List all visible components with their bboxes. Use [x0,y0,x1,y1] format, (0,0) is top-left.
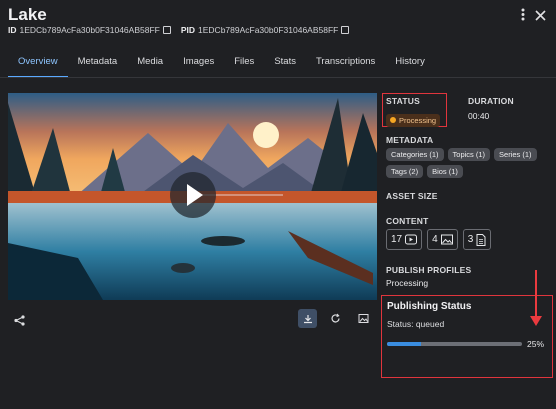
download-icon[interactable] [298,309,317,328]
status-label: STATUS [386,96,420,106]
media-toolbar [8,309,377,329]
page-title: Lake [8,5,47,24]
tab-media[interactable]: Media [127,52,173,78]
id-label: ID [8,25,17,35]
status-dot [390,117,396,123]
window-actions [521,8,546,24]
duration-value: 00:40 [468,111,490,121]
metadata-label: METADATA [386,135,434,145]
tab-history[interactable]: History [385,52,435,78]
publish-profiles-value: Processing [386,278,429,288]
close-icon[interactable] [535,9,546,24]
media-action-buttons [298,309,373,328]
publishing-progress-fill [387,342,421,346]
publishing-progress-percent: 25% [526,339,544,349]
pid-label: PID [180,25,196,35]
chip-topics[interactable]: Topics (1) [447,148,491,161]
publish-profiles-label: PUBLISH PROFILES [386,265,472,275]
video-icon [405,234,418,245]
content-images[interactable]: 4 [427,229,458,250]
chip-series[interactable]: Series (1) [494,148,537,161]
content-label: CONTENT [386,216,429,226]
videos-count: 17 [391,234,403,245]
tab-files[interactable]: Files [224,52,264,78]
publishing-status-title: Publishing Status [387,301,472,312]
documents-count: 3 [467,234,474,245]
id-value: 1EDCb789AcFa30b0F31046AB58FF [19,25,160,35]
tab-transcriptions[interactable]: Transcriptions [306,52,385,78]
tab-overview[interactable]: Overview [8,52,68,78]
share-icon[interactable] [14,313,25,331]
content-documents[interactable]: 3 [462,229,492,250]
asset-size-label: ASSET SIZE [386,191,438,201]
play-icon[interactable] [170,172,216,218]
chip-categories[interactable]: Categories (1) [386,148,444,161]
publishing-progress-bar [387,342,522,346]
pid-field: PID 1EDCb789AcFa30b0F31046AB58FF [181,25,350,35]
document-icon [476,233,486,246]
chip-bios[interactable]: Bios (1) [427,165,463,178]
copy-icon[interactable] [162,26,171,34]
annotation-arrow [535,270,537,318]
publishing-status-panel: Publishing Status Status: queued 25% [381,295,553,378]
tab-images[interactable]: Images [173,52,224,78]
tab-bar: Overview Metadata Media Images Files Sta… [8,52,435,78]
image-icon [440,234,453,245]
content-videos[interactable]: 17 [386,229,423,250]
metadata-chips: Categories (1) Topics (1) Series (1) Tag… [386,148,551,178]
refresh-icon[interactable] [326,309,345,328]
images-count: 4 [432,234,438,245]
pid-value: 1EDCb789AcFa30b0F31046AB58FF [198,25,339,35]
tab-metadata[interactable]: Metadata [68,52,128,78]
status-value: Processing [399,115,437,125]
asset-identifiers: ID 1EDCb789AcFa30b0F31046AB58FF PID 1EDCb7… [8,25,350,35]
more-vertical-icon[interactable] [521,8,525,24]
video-player[interactable] [8,93,377,300]
id-field: ID 1EDCb789AcFa30b0F31046AB58FF [8,25,171,35]
tab-divider [0,77,556,78]
publishing-status-text: Status: queued [387,319,445,329]
chip-tags[interactable]: Tags (2) [386,165,424,178]
status-badge: Processing [386,110,441,128]
content-counts: 17 4 3 [386,229,492,250]
tab-stats[interactable]: Stats [264,52,306,78]
annotation-arrow-head [530,316,542,326]
image-icon[interactable] [354,309,373,328]
duration-label: DURATION [468,96,514,106]
copy-icon[interactable] [341,26,350,34]
